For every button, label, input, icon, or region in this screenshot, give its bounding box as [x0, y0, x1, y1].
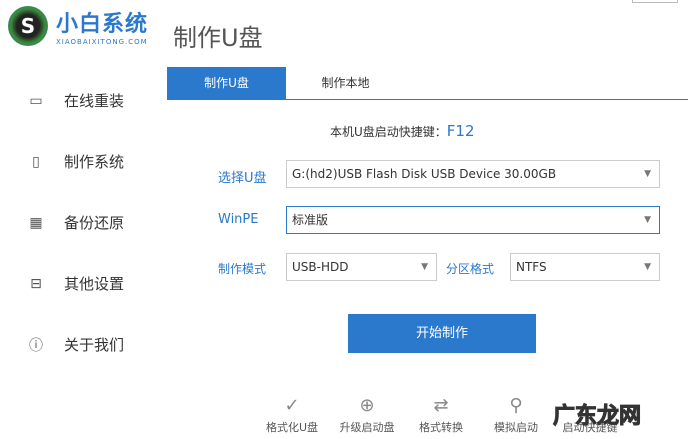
hotkey-value: F12 — [446, 122, 475, 140]
tool-label: 格式转换 — [419, 421, 463, 434]
chevron-down-icon: ▼ — [644, 169, 651, 179]
winpe-select[interactable]: 标准版 ▼ — [286, 206, 660, 234]
tool-label: 升级启动盘 — [339, 421, 395, 434]
chevron-down-icon: ▼ — [644, 215, 651, 225]
mode-select[interactable]: USB-HDD ▼ — [286, 253, 437, 281]
tool-label: 模拟启动 — [494, 421, 538, 434]
sidebar-item-label: 在线重装 — [64, 92, 125, 110]
hotkey-label: 本机U盘启动快捷键： — [330, 125, 447, 139]
usb-label: 选择U盘 — [218, 171, 267, 186]
stamp-icon: ⚲ — [509, 395, 523, 416]
monitor-icon: ▭ — [29, 92, 43, 109]
tool-label: 格式化U盘 — [265, 421, 319, 434]
arrow-up-circle-icon: ⊕ — [359, 395, 375, 416]
briefcase-icon: ⊟ — [30, 275, 42, 292]
tool-simulate-boot[interactable]: ⚲ 模拟启动 — [481, 395, 551, 435]
usb-select[interactable]: G:(hd2)USB Flash Disk USB Device 30.00GB… — [286, 160, 660, 188]
sidebar-item-backup-restore[interactable]: ▦ 备份还原 — [0, 192, 160, 253]
chevron-down-icon: ▼ — [421, 262, 428, 272]
tool-format-convert[interactable]: ⇄ 格式转换 — [406, 395, 476, 435]
mode-label: 制作模式 — [218, 262, 267, 276]
sidebar-item-label: 关于我们 — [64, 336, 125, 354]
sidebar: ▭ 在线重装 ▯ 制作系统 ▦ 备份还原 ⊟ 其他设置 ⓘ 关于我们 — [0, 70, 160, 375]
start-button[interactable]: 开始制作 — [348, 314, 536, 353]
winpe-label: WinPE — [218, 212, 259, 227]
usb-select-value: G:(hd2)USB Flash Disk USB Device 30.00GB — [292, 167, 557, 181]
sidebar-item-label: 其他设置 — [64, 275, 125, 293]
fs-label: 分区格式 — [446, 262, 495, 276]
check-circle-icon: ✓ — [284, 395, 300, 416]
sidebar-item-label: 备份还原 — [64, 214, 125, 232]
winpe-select-value: 标准版 — [292, 213, 329, 227]
grid-icon: ▦ — [29, 214, 43, 231]
page-title: 制作U盘 — [173, 24, 263, 52]
chevron-down-icon: ▼ — [644, 262, 651, 272]
tab-make-local[interactable]: 制作本地 — [286, 67, 405, 99]
tool-upgrade-boot[interactable]: ⊕ 升级启动盘 — [332, 395, 402, 435]
tool-format-usb[interactable]: ✓ 格式化U盘 — [257, 395, 327, 435]
tab-make-usb[interactable]: 制作U盘 — [167, 67, 286, 99]
logo-icon: S — [8, 6, 48, 46]
sidebar-item-label: 制作系统 — [64, 153, 125, 171]
usb-icon: ▯ — [32, 153, 40, 170]
brand-name: 小白系统 — [56, 12, 149, 37]
fs-select[interactable]: NTFS ▼ — [510, 253, 660, 281]
fs-select-value: NTFS — [516, 260, 547, 274]
window-controls[interactable] — [632, 0, 678, 3]
mode-select-value: USB-HDD — [292, 260, 349, 274]
sidebar-item-make-system[interactable]: ▯ 制作系统 — [0, 131, 160, 192]
brand-subtitle: XIAOBAIXITONG.COM — [56, 38, 148, 46]
tab-bar: 制作U盘 制作本地 — [167, 67, 688, 100]
convert-icon: ⇄ — [433, 395, 449, 416]
sidebar-item-about[interactable]: ⓘ 关于我们 — [0, 314, 160, 375]
logo: S 小白系统 XIAOBAIXITONG.COM — [8, 6, 148, 46]
sidebar-item-other-settings[interactable]: ⊟ 其他设置 — [0, 253, 160, 314]
info-icon: ⓘ — [29, 337, 43, 354]
sidebar-item-online-reinstall[interactable]: ▭ 在线重装 — [0, 70, 160, 131]
hotkey-info: 本机U盘启动快捷键：F12 — [330, 122, 475, 140]
watermark: 广东龙网 — [552, 404, 642, 430]
